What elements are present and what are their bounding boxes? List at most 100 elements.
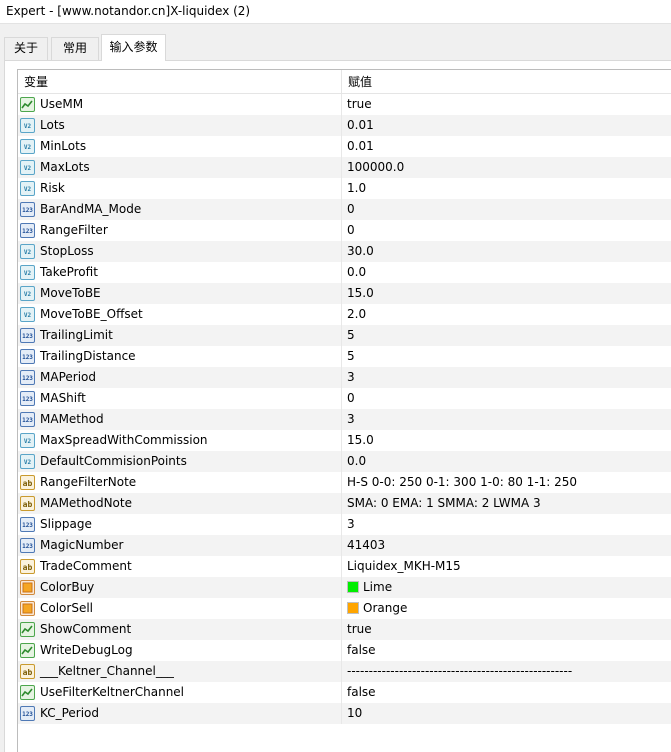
variable-column-header[interactable]: 变量	[18, 70, 342, 94]
color-param-icon	[20, 601, 35, 616]
param-value-cell[interactable]: 3	[342, 367, 671, 388]
param-row[interactable]: 123 Slippage 3	[18, 514, 671, 535]
param-row[interactable]: V2 StopLoss 30.0	[18, 241, 671, 262]
param-row[interactable]: UseMM true	[18, 94, 671, 115]
param-name-cell: V2 DefaultCommisionPoints	[18, 451, 342, 472]
param-row[interactable]: 123 MAShift 0	[18, 388, 671, 409]
param-row[interactable]: V2 TakeProfit 0.0	[18, 262, 671, 283]
param-value: 5	[347, 349, 355, 363]
param-value-cell[interactable]: 0.01	[342, 136, 671, 157]
param-value: 100000.0	[347, 160, 405, 174]
param-name: RangeFilter	[40, 223, 108, 237]
string-param-icon: ab	[20, 496, 35, 511]
param-row[interactable]: ab MAMethodNote SMA: 0 EMA: 1 SMMA: 2 LWMA…	[18, 493, 671, 514]
param-name-cell: 123 RangeFilter	[18, 220, 342, 241]
param-row[interactable]: 123 TrailingLimit 5	[18, 325, 671, 346]
param-name-cell: V2 TakeProfit	[18, 262, 342, 283]
param-row[interactable]: UseFilterKeltnerChannel false	[18, 682, 671, 703]
param-row[interactable]: 123 TrailingDistance 5	[18, 346, 671, 367]
param-row[interactable]: ColorSell Orange	[18, 598, 671, 619]
tab-strip: 关于 常用 输入参数	[4, 34, 671, 61]
param-name-cell: V2 Lots	[18, 115, 342, 136]
param-row[interactable]: ab ___Keltner_Channel___ -----------------…	[18, 661, 671, 682]
param-value-cell[interactable]: Liquidex_MKH-M15	[342, 556, 671, 577]
param-value-cell[interactable]: true	[342, 94, 671, 115]
param-value-cell[interactable]: 15.0	[342, 430, 671, 451]
param-value-cell[interactable]: true	[342, 619, 671, 640]
param-value-cell[interactable]: 0	[342, 199, 671, 220]
param-row[interactable]: 123 KC_Period 10	[18, 703, 671, 724]
param-value-cell[interactable]: 3	[342, 409, 671, 430]
param-name-cell: ShowComment	[18, 619, 342, 640]
param-row[interactable]: V2 MaxLots 100000.0	[18, 157, 671, 178]
param-name: MoveToBE	[40, 286, 101, 300]
param-value-cell[interactable]: Lime	[342, 577, 671, 598]
bool-param-icon	[20, 685, 35, 700]
param-value-cell[interactable]: 41403	[342, 535, 671, 556]
param-row[interactable]: 123 RangeFilter 0	[18, 220, 671, 241]
param-value-cell[interactable]: 0.01	[342, 115, 671, 136]
param-row[interactable]: V2 Risk 1.0	[18, 178, 671, 199]
param-name: TrailingDistance	[40, 349, 136, 363]
param-row[interactable]: V2 DefaultCommisionPoints 0.0	[18, 451, 671, 472]
param-value: 15.0	[347, 433, 374, 447]
param-value: 0.01	[347, 118, 374, 132]
color-swatch	[347, 602, 359, 614]
param-value: 0.0	[347, 454, 367, 468]
param-value-cell[interactable]: 0.0	[342, 451, 671, 472]
param-value-cell[interactable]: 0.0	[342, 262, 671, 283]
param-value: 30.0	[347, 244, 374, 258]
param-value-cell[interactable]: H-S 0-0: 250 0-1: 300 1-0: 80 1-1: 250	[342, 472, 671, 493]
param-row[interactable]: 123 MAPeriod 3	[18, 367, 671, 388]
param-row[interactable]: ColorBuy Lime	[18, 577, 671, 598]
param-row[interactable]: ab TradeComment Liquidex_MKH-M15	[18, 556, 671, 577]
param-value-cell[interactable]: SMA: 0 EMA: 1 SMMA: 2 LWMA 3	[342, 493, 671, 514]
param-value-cell[interactable]: 1.0	[342, 178, 671, 199]
param-value-cell[interactable]: ----------------------------------------…	[342, 661, 671, 682]
value-column-header[interactable]: 赋值	[342, 70, 671, 94]
param-value-cell[interactable]: 30.0	[342, 241, 671, 262]
param-value-cell[interactable]: Orange	[342, 598, 671, 619]
param-name-cell: 123 KC_Period	[18, 703, 342, 724]
color-param-icon	[20, 580, 35, 595]
param-name: BarAndMA_Mode	[40, 202, 142, 216]
param-row[interactable]: 123 MAMethod 3	[18, 409, 671, 430]
param-value-cell[interactable]: 2.0	[342, 304, 671, 325]
param-name: MAShift	[40, 391, 86, 405]
tab-about[interactable]: 关于	[4, 37, 48, 60]
double-param-icon: V2	[20, 454, 35, 469]
param-name-cell: WriteDebugLog	[18, 640, 342, 661]
param-value-cell[interactable]: 10	[342, 703, 671, 724]
tab-inputs[interactable]: 输入参数	[101, 34, 166, 61]
param-value-cell[interactable]: 0	[342, 388, 671, 409]
param-name-cell: ab TradeComment	[18, 556, 342, 577]
param-value: 0	[347, 223, 355, 237]
param-row[interactable]: V2 Lots 0.01	[18, 115, 671, 136]
int-param-icon: 123	[20, 328, 35, 343]
param-value-cell[interactable]: 3	[342, 514, 671, 535]
param-value-cell[interactable]: 15.0	[342, 283, 671, 304]
param-value-cell[interactable]: 5	[342, 325, 671, 346]
param-name: MoveToBE_Offset	[40, 307, 143, 321]
param-value-cell[interactable]: 0	[342, 220, 671, 241]
param-row[interactable]: V2 MaxSpreadWithCommission 15.0	[18, 430, 671, 451]
param-name: MinLots	[40, 139, 87, 153]
param-row[interactable]: ab RangeFilterNote H-S 0-0: 250 0-1: 300 1…	[18, 472, 671, 493]
tab-common[interactable]: 常用	[51, 37, 99, 60]
double-param-icon: V2	[20, 307, 35, 322]
param-value-cell[interactable]: false	[342, 640, 671, 661]
param-row[interactable]: 123 BarAndMA_Mode 0	[18, 199, 671, 220]
param-row[interactable]: V2 MoveToBE 15.0	[18, 283, 671, 304]
param-name-cell: 123 MAShift	[18, 388, 342, 409]
param-row[interactable]: 123 MagicNumber 41403	[18, 535, 671, 556]
param-row[interactable]: V2 MoveToBE_Offset 2.0	[18, 304, 671, 325]
param-value-cell[interactable]: 5	[342, 346, 671, 367]
param-row[interactable]: ShowComment true	[18, 619, 671, 640]
param-row[interactable]: V2 MinLots 0.01	[18, 136, 671, 157]
param-value: false	[347, 643, 376, 657]
param-value-cell[interactable]: 100000.0	[342, 157, 671, 178]
param-name-cell: V2 MaxLots	[18, 157, 342, 178]
param-row[interactable]: WriteDebugLog false	[18, 640, 671, 661]
param-value-cell[interactable]: false	[342, 682, 671, 703]
param-name: TakeProfit	[40, 265, 98, 279]
